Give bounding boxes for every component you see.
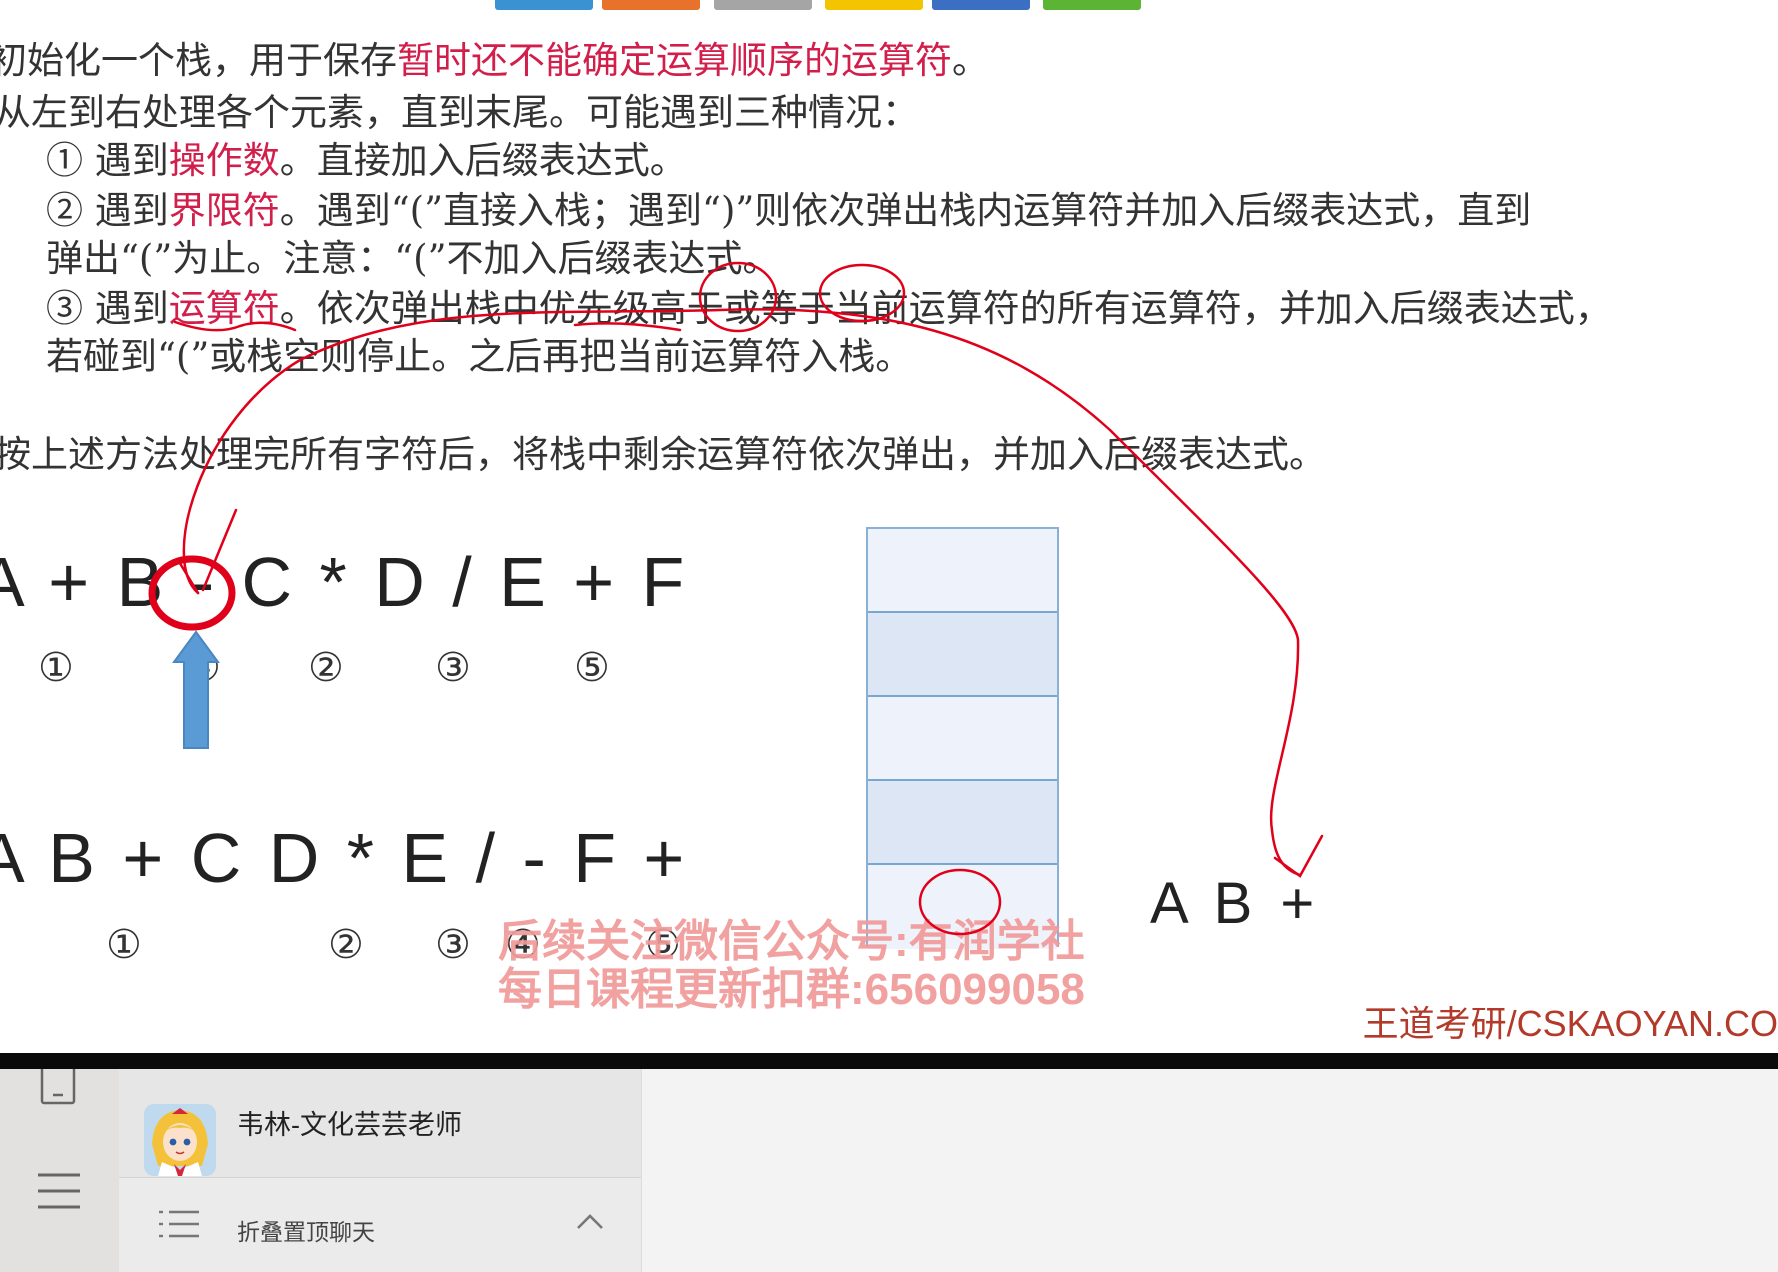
brand-label: 王道考研/CSKAOYAN.COM: [1362, 1003, 1778, 1044]
infix-order-1: ①: [38, 645, 74, 691]
left-rail: [0, 1063, 119, 1272]
stack-cell: [868, 613, 1057, 697]
infix-order-5: ⑤: [574, 645, 610, 691]
window-divider: [0, 1053, 1778, 1069]
chevron-up-icon[interactable]: [575, 1212, 605, 1236]
chat-content-pane: [641, 1069, 1778, 1272]
postfix-order-3: ③: [435, 922, 471, 968]
folded-pinned-label: 折叠置顶聊天: [237, 1219, 375, 1245]
rule-operator-line2: 若碰到“(”或栈空则停止。之后再把当前运算符入栈。: [46, 335, 913, 378]
rule-operator: ③ 遇到运算符。依次弹出栈中优先级高于或等于当前运算符的所有运算符，并加入后缀表…: [46, 287, 1612, 330]
rule-delimiter-line2: 弹出“(”为止。注意：“(”不加入后缀表达式。: [46, 237, 780, 280]
folded-pinned-chats-row[interactable]: 折叠置顶聊天: [119, 1178, 641, 1272]
phone-icon[interactable]: [36, 1063, 82, 1113]
stack-cell: [868, 781, 1057, 865]
chat-app-bar: 韦林-文化芸芸老师 折叠置顶聊天: [0, 1063, 1778, 1272]
list-icon: [157, 1208, 201, 1244]
operator-stack: [866, 527, 1059, 949]
postfix-order-1: ①: [106, 922, 142, 968]
postfix-order-2: ②: [328, 922, 364, 968]
infix-expression: A + B - C * D / E + F: [0, 543, 689, 621]
contact-name: 韦林-文化芸芸老师: [237, 1110, 462, 1140]
postfix-expression: A B + C D * E / - F +: [0, 819, 689, 897]
stack-cell: [868, 529, 1057, 613]
infix-order-2: ②: [308, 645, 344, 691]
video-slide: 初始化一个栈，用于保存暂时还不能确定运算顺序的运算符。 从左到右处理各个元素，直…: [0, 0, 1778, 1053]
infix-order-4: ④: [185, 645, 221, 691]
stack-cell: [868, 697, 1057, 781]
rule-delimiter: ② 遇到界限符。遇到“(”直接入栈；遇到“)”则依次弹出栈内运算符并加入后缀表达…: [46, 189, 1532, 232]
chat-conversation-item[interactable]: 韦林-文化芸芸老师: [119, 1069, 641, 1178]
rule-scan-line: 从左到右处理各个元素，直到末尾。可能遇到三种情况：: [0, 91, 919, 134]
menu-icon[interactable]: [36, 1169, 82, 1217]
rule-operand: ① 遇到操作数。直接加入后缀表达式。: [46, 139, 687, 182]
watermark-line2: 每日课程更新扣群:656099058: [498, 965, 1085, 1014]
contact-avatar: [144, 1104, 216, 1176]
rule-final-line: 按上述方法处理完所有字符后，将栈中剩余运算符依次弹出，并加入后缀表达式。: [0, 433, 1326, 476]
infix-order-3: ③: [435, 645, 471, 691]
current-postfix-output: A B +: [1150, 871, 1321, 936]
rule-intro-line: 初始化一个栈，用于保存暂时还不能确定运算顺序的运算符。: [0, 39, 989, 82]
